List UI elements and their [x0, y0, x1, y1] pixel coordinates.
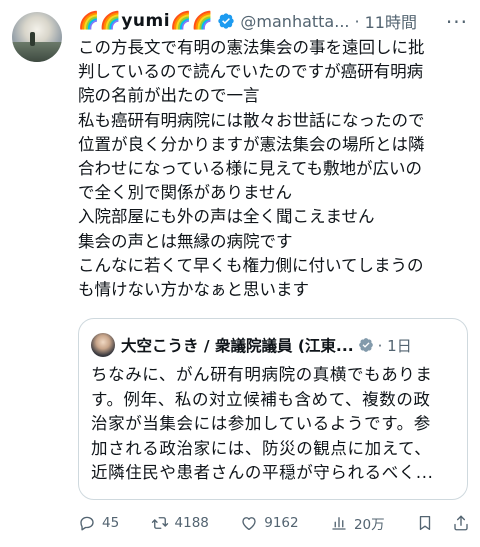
- tweet-text-line: 私も癌研有明病院には散々お世話になったので: [78, 110, 425, 130]
- author-display-name[interactable]: 🌈🌈yumi🌈🌈: [78, 11, 213, 31]
- tweet-timestamp[interactable]: 11時間: [365, 9, 417, 33]
- quoted-author-avatar[interactable]: [91, 333, 115, 357]
- bookmark-icon[interactable]: [416, 514, 434, 532]
- tweet-text-line: も情けない方かなぁと思います: [78, 280, 309, 300]
- like-count: 9162: [264, 515, 299, 531]
- views-button[interactable]: 20万: [330, 513, 385, 533]
- tweet-header: 🌈🌈yumi🌈🌈 @manhatta... · 11時間 ···: [78, 8, 468, 34]
- tweet-text-line: 合わせになっている様に見えても敷地が広いの: [78, 159, 423, 179]
- avatar-figure: [30, 32, 35, 46]
- repost-button[interactable]: 4188: [151, 514, 209, 532]
- tweet-text-line: こんなに若くて早くも権力側に付いてしまうの: [78, 255, 424, 275]
- views-icon: [332, 517, 346, 530]
- avatar-landscape: [12, 42, 62, 62]
- quoted-text-line: 治家が当集会には参加しているようです。参: [91, 414, 431, 433]
- quoted-text-line: す。例年、私の対立候補も含めて、複数の政: [91, 389, 431, 409]
- quoted-tweet-text: ちなみに、がん研有明病院の真横でもありま す。例年、私の対立候補も含めて、複数の…: [91, 363, 463, 486]
- quoted-tweet-card[interactable]: 大空こうき / 衆議院議員 (江東... · 1日 ちなみに、がん研有明病院の真…: [78, 318, 468, 500]
- tweet-text-line: 位置が良く分かりますが憲法集会の場所とは隣: [78, 134, 425, 154]
- share-icon[interactable]: [452, 514, 470, 532]
- reply-button[interactable]: 45: [78, 514, 119, 532]
- tweet-text-line: この方長文で有明の憲法集会の事を遠回しに批: [78, 38, 425, 57]
- time-separator: ·: [354, 11, 360, 31]
- quoted-tweet-timestamp[interactable]: · 1日: [378, 335, 412, 356]
- quoted-text-line: 近隣住民や患者さんの平穏が守られるべく...: [91, 463, 434, 482]
- tweet-text-line: 集会の声とは無縁の病院です: [78, 231, 293, 251]
- tweet-text-line: 判しているので読んでいたのですが癌研有明病: [78, 62, 424, 82]
- more-icon[interactable]: ···: [446, 10, 468, 34]
- tweet-actions-bar: 45 4188 9162 20万: [78, 510, 470, 536]
- tweet-text-line: 入院部屋にも外の声は全く聞こえません: [78, 207, 375, 227]
- quoted-tweet-header: 大空こうき / 衆議院議員 (江東... · 1日: [91, 333, 457, 357]
- tweet-text-line: で全く別で関係がありません: [78, 183, 293, 203]
- quoted-text-line: 加される政治家には、防災の観点に加えて、: [91, 438, 432, 458]
- like-icon: [242, 517, 256, 531]
- author-avatar[interactable]: [12, 12, 62, 62]
- tweet-actions-right: [416, 514, 470, 532]
- author-handle[interactable]: @manhatta...: [240, 12, 349, 31]
- reply-icon: [80, 516, 94, 531]
- reply-count: 45: [102, 515, 120, 531]
- quoted-author-name[interactable]: 大空こうき / 衆議院議員 (江東...: [121, 334, 354, 356]
- repost-count: 4188: [174, 515, 209, 531]
- quoted-verified-badge-icon: [358, 338, 373, 352]
- verified-badge-icon: [218, 13, 235, 29]
- tweet-text-line: 院の名前が出たので一言: [78, 86, 260, 106]
- repost-icon: [151, 517, 168, 529]
- tweet-text: この方長文で有明の憲法集会の事を遠回しに批 判しているので読んでいたのですが癌研…: [78, 36, 470, 302]
- views-count: 20万: [353, 517, 385, 533]
- like-button[interactable]: 9162: [240, 514, 299, 532]
- quoted-text-line: ちなみに、がん研有明病院の真横でもありま: [91, 365, 433, 384]
